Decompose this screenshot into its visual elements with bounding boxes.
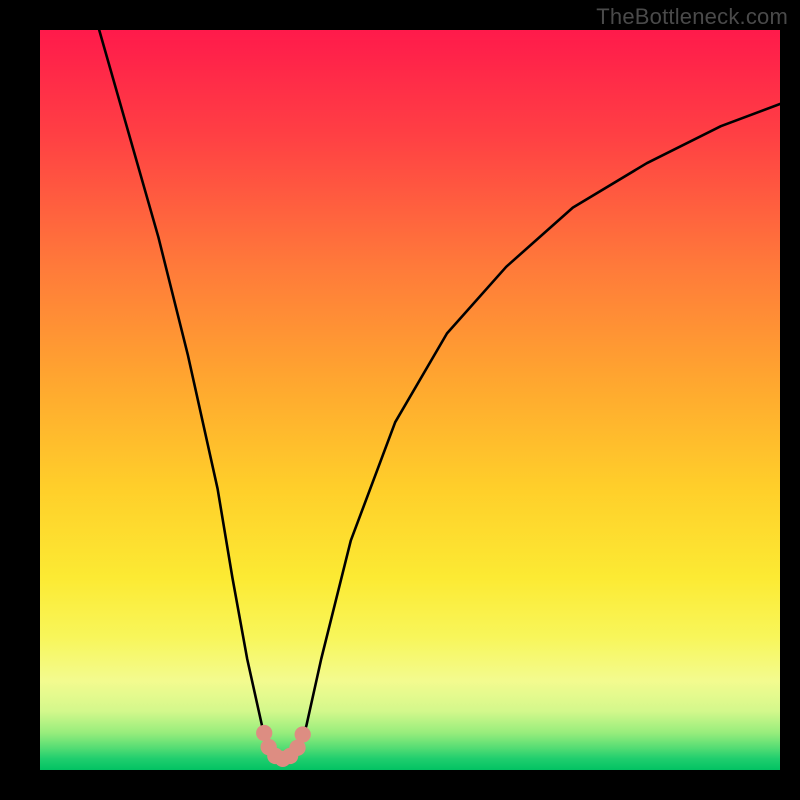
chart-frame: TheBottleneck.com	[0, 0, 800, 800]
curve-marker	[256, 725, 272, 741]
plot-area	[40, 30, 780, 770]
curve-layer	[40, 30, 780, 770]
watermark-label: TheBottleneck.com	[596, 4, 788, 30]
marker-group	[256, 725, 311, 767]
curve-marker	[295, 726, 311, 742]
bottleneck-curve	[99, 30, 780, 763]
